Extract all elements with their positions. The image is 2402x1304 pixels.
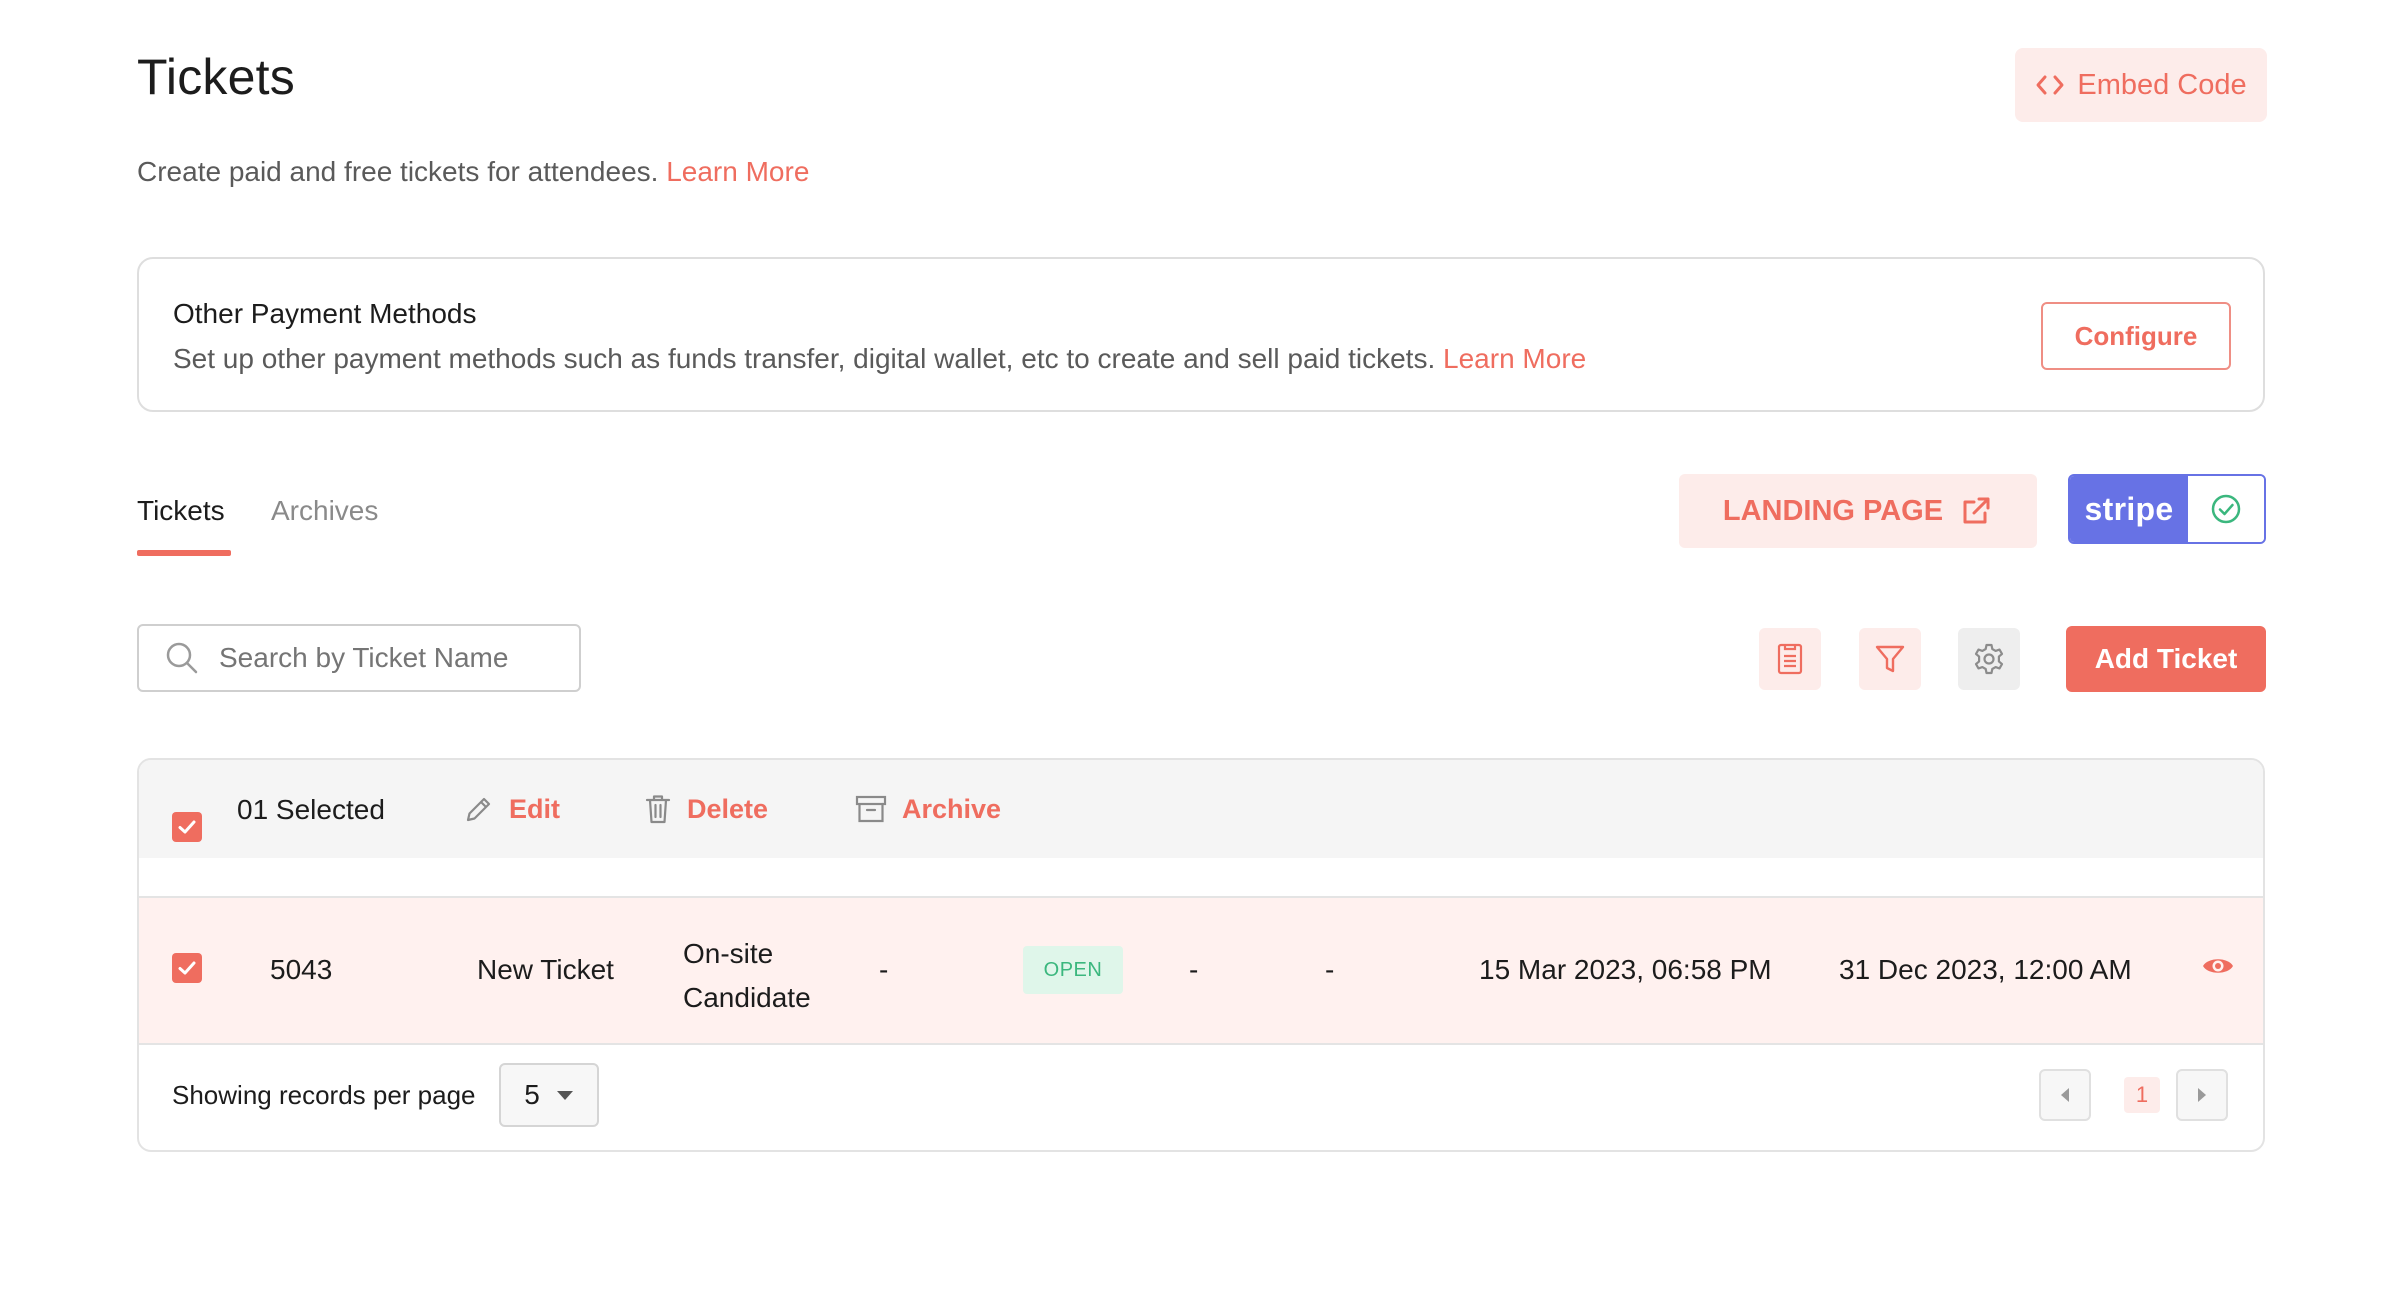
report-button[interactable]: [1759, 628, 1821, 690]
prev-page-button[interactable]: [2039, 1069, 2091, 1121]
per-page-value: 5: [524, 1079, 540, 1110]
landing-page-button[interactable]: LANDING PAGE: [1679, 474, 2037, 548]
filter-button[interactable]: [1859, 628, 1921, 690]
ticket-start-date: 15 Mar 2023, 06:58 PM: [1479, 954, 1772, 985]
caret-down-icon: [556, 1089, 574, 1101]
pencil-icon: [463, 793, 495, 825]
payment-methods-learn-more-link[interactable]: Learn More: [1443, 343, 1586, 374]
ticket-col7: -: [1325, 954, 1335, 985]
status-badge: OPEN: [1023, 946, 1123, 994]
caret-left-icon: [2059, 1086, 2071, 1104]
payment-methods-text: Set up other payment methods such as fun…: [173, 343, 1436, 374]
ticket-id: 5043: [270, 954, 333, 985]
active-tab-indicator: [137, 550, 231, 556]
row-checkbox[interactable]: [172, 953, 202, 983]
archive-label: Archive: [902, 793, 1002, 824]
ticket-name: New Ticket: [477, 954, 614, 985]
subtitle-learn-more-link[interactable]: Learn More: [666, 156, 809, 187]
trash-icon: [643, 793, 673, 825]
bulk-action-bar: 01 Selected Edit Delete Archive: [139, 760, 2263, 858]
ticket-type: On-site Candidate: [683, 932, 811, 1020]
checkmark-icon: [176, 957, 198, 979]
embed-code-label: Embed Code: [2077, 68, 2247, 101]
ticket-col6: -: [1189, 954, 1199, 985]
add-ticket-button[interactable]: Add Ticket: [2066, 626, 2266, 692]
search-icon: [165, 641, 199, 675]
view-eye-icon[interactable]: [2201, 954, 2235, 978]
payment-methods-description: Set up other payment methods such as fun…: [173, 343, 1586, 375]
archive-box-icon: [854, 793, 888, 825]
per-page-label: Showing records per page: [172, 1080, 476, 1110]
archive-button[interactable]: Archive: [854, 793, 1001, 825]
check-circle-icon: [2209, 492, 2243, 526]
delete-label: Delete: [687, 793, 769, 824]
clipboard-icon: [1775, 642, 1805, 676]
page-subtitle: Create paid and free tickets for attende…: [137, 156, 809, 188]
filter-icon: [1874, 643, 1906, 675]
select-all-checkbox[interactable]: [172, 812, 202, 842]
ticket-col4: -: [879, 954, 889, 985]
code-brackets-icon: [2035, 73, 2065, 97]
stripe-connection-badge[interactable]: stripe: [2068, 474, 2266, 544]
caret-right-icon: [2196, 1086, 2208, 1104]
landing-page-label: LANDING PAGE: [1722, 494, 1944, 527]
page-number-current[interactable]: 1: [2124, 1077, 2160, 1113]
footer-divider: [139, 1043, 2263, 1045]
next-page-button[interactable]: [2176, 1069, 2228, 1121]
delete-button[interactable]: Delete: [643, 793, 768, 825]
tab-tickets[interactable]: Tickets: [137, 495, 225, 527]
page-title: Tickets: [137, 49, 295, 105]
payment-methods-title: Other Payment Methods: [173, 298, 477, 329]
tickets-table: 01 Selected Edit Delete Archive 5043 New…: [137, 758, 2265, 1152]
edit-button[interactable]: Edit: [463, 793, 560, 825]
selected-count: 01 Selected: [237, 794, 385, 825]
settings-button[interactable]: [1958, 628, 2020, 690]
ticket-type-line1: On-site: [683, 938, 774, 969]
checkmark-icon: [176, 816, 198, 838]
subtitle-text: Create paid and free tickets for attende…: [137, 156, 659, 187]
per-page-select[interactable]: 5: [499, 1063, 599, 1127]
search-box[interactable]: [137, 624, 581, 692]
tab-archives[interactable]: Archives: [271, 495, 378, 527]
configure-button[interactable]: Configure: [2041, 302, 2231, 370]
ticket-end-date: 31 Dec 2023, 12:00 AM: [1839, 954, 2132, 985]
ticket-type-line2: Candidate: [683, 982, 811, 1013]
table-row[interactable]: 5043 New Ticket On-site Candidate - OPEN…: [139, 898, 2263, 1043]
external-link-icon: [1959, 494, 1993, 528]
payment-methods-card: Other Payment Methods Set up other payme…: [137, 257, 2265, 412]
edit-label: Edit: [509, 793, 560, 824]
stripe-logo: stripe: [2070, 476, 2188, 542]
search-input[interactable]: [219, 642, 559, 674]
embed-code-button[interactable]: Embed Code: [2015, 48, 2267, 122]
gear-icon: [1972, 642, 2006, 676]
